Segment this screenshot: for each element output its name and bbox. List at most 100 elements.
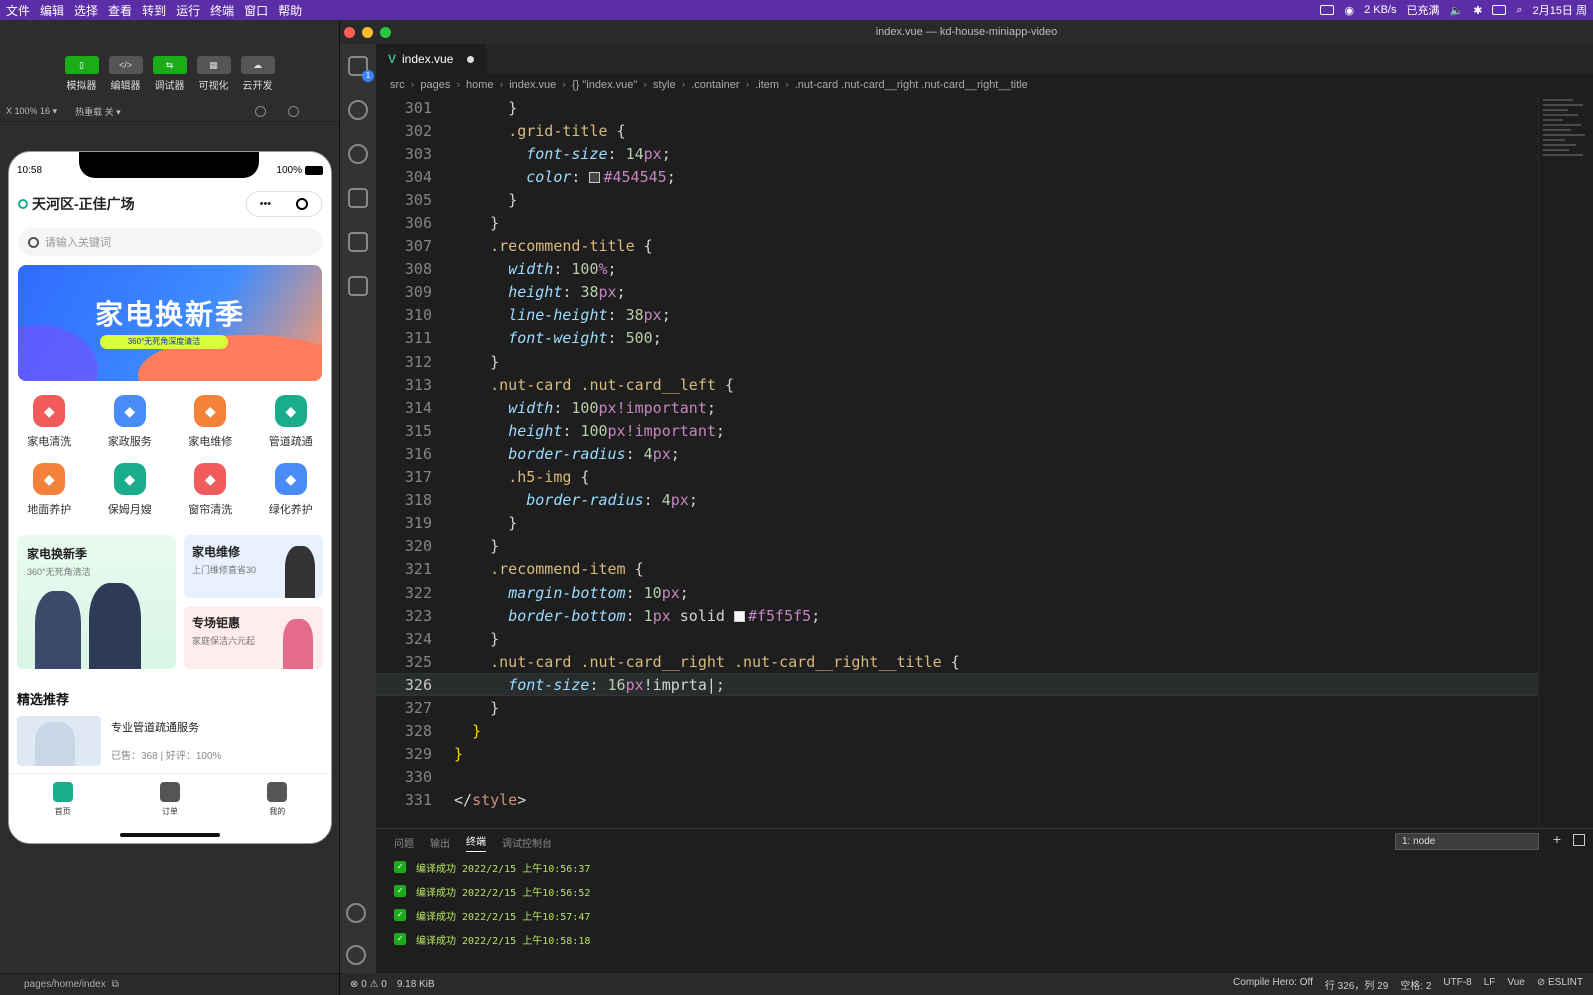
code-text[interactable]: border-bottom: 1px solid #f5f5f5; — [432, 607, 820, 625]
status-item[interactable]: 空格: 2 — [1400, 977, 1431, 992]
code-text[interactable]: .grid-title { — [432, 122, 625, 140]
service-item[interactable]: ◆ 保姆月嫂 — [90, 463, 171, 517]
more-icon[interactable]: ••• — [260, 198, 272, 210]
devtools-tool-button[interactable]: ▦ 可视化 — [196, 56, 231, 102]
code-text[interactable]: } — [432, 353, 499, 371]
minimap[interactable] — [1538, 96, 1593, 828]
service-item[interactable]: ◆ 家电维修 — [170, 395, 251, 449]
code-text[interactable]: } — [432, 191, 517, 209]
code-line[interactable]: 322 margin-bottom: 10px; — [376, 581, 1538, 604]
code-line[interactable]: 327 } — [376, 696, 1538, 719]
panel-tab[interactable]: 终端 — [466, 833, 486, 852]
menu-item[interactable]: 窗口 — [244, 2, 278, 19]
battery-icon[interactable] — [1492, 5, 1507, 15]
code-line[interactable]: 304 color: #454545; — [376, 165, 1538, 188]
account-icon[interactable] — [346, 903, 366, 923]
source-control-icon[interactable] — [348, 188, 368, 208]
code-text[interactable]: margin-bottom: 10px; — [432, 584, 689, 602]
menu-item[interactable]: 编辑 — [40, 2, 74, 19]
menu-item[interactable]: 查看 — [108, 2, 142, 19]
code-text[interactable]: } — [432, 722, 481, 740]
panel-tab[interactable]: 输出 — [430, 835, 450, 850]
refresh-icon[interactable] — [255, 106, 266, 117]
code-text[interactable]: } — [432, 699, 499, 717]
stop-icon[interactable] — [288, 106, 299, 117]
code-text[interactable]: } — [432, 214, 499, 232]
code-line[interactable]: 308 width: 100%; — [376, 258, 1538, 281]
code-text[interactable]: } — [432, 99, 517, 117]
devtools-tool-button[interactable]: </> 编辑器 — [108, 56, 143, 102]
menu-item[interactable]: 帮助 — [278, 2, 312, 19]
breadcrumb-item[interactable]: src — [390, 79, 405, 91]
code-line[interactable]: 307 .recommend-title { — [376, 235, 1538, 258]
status-item[interactable]: Compile Hero: Off — [1233, 977, 1313, 992]
service-item[interactable]: ◆ 家电清洗 — [9, 395, 90, 449]
tab-item[interactable]: 我的 — [267, 782, 288, 843]
code-line[interactable]: 310 line-height: 38px; — [376, 304, 1538, 327]
extensions-icon[interactable] — [348, 276, 368, 296]
code-text[interactable]: } — [432, 537, 499, 555]
code-text[interactable]: line-height: 38px; — [432, 306, 671, 324]
menu-item[interactable]: 运行 — [176, 2, 210, 19]
wechat-icon[interactable]: ◉ — [1344, 4, 1354, 17]
devtools-tool-button[interactable]: ▯ 模拟器 — [64, 56, 99, 102]
screen-record-icon[interactable] — [1320, 5, 1335, 15]
devtools-tool-button[interactable]: ☁ 云开发 — [240, 56, 275, 102]
code-text[interactable]: .recommend-item { — [432, 560, 644, 578]
copy-icon[interactable]: ⧉ — [112, 979, 119, 990]
code-text[interactable]: height: 100px!important; — [432, 422, 725, 440]
code-text[interactable]: border-radius: 4px; — [432, 445, 680, 463]
promo-banner[interactable]: 家电换新季 360°无死角深度清洁 — [18, 265, 322, 381]
status-item[interactable]: 行 326，列 29 — [1325, 977, 1388, 992]
bluetooth-icon[interactable]: ✱ — [1473, 4, 1482, 17]
promo-card-appliance[interactable]: 家电换新季 360°无死角清洁 — [17, 535, 176, 669]
code-line[interactable]: 301 } — [376, 96, 1538, 119]
new-terminal-icon[interactable]: + — [1553, 831, 1561, 847]
code-line[interactable]: 314 width: 100px!important; — [376, 396, 1538, 419]
volume-icon[interactable]: 🔈 — [1449, 4, 1463, 17]
settings-gear-icon[interactable] — [346, 945, 366, 965]
search-icon[interactable]: ⌕ — [1516, 4, 1522, 17]
code-line[interactable]: 325 .nut-card .nut-card__right .nut-card… — [376, 650, 1538, 673]
code-line[interactable]: 329} — [376, 743, 1538, 766]
code-line[interactable]: 320 } — [376, 535, 1538, 558]
search-icon[interactable] — [348, 100, 368, 120]
menu-item[interactable]: 选择 — [74, 2, 108, 19]
close-window-button[interactable] — [344, 27, 355, 38]
code-text[interactable]: </style> — [432, 791, 526, 809]
code-line[interactable]: 321 .recommend-item { — [376, 558, 1538, 581]
code-text[interactable]: font-size: 14px; — [432, 145, 671, 163]
panel-tab[interactable]: 问题 — [394, 835, 414, 850]
tab-index-vue[interactable]: V index.vue — [376, 44, 487, 74]
lightning-icon[interactable] — [348, 144, 368, 164]
date-time[interactable]: 2月15日 周 — [1533, 2, 1587, 18]
run-debug-icon[interactable] — [348, 232, 368, 252]
explorer-icon[interactable] — [348, 56, 374, 82]
service-item[interactable]: ◆ 绿化养护 — [251, 463, 332, 517]
code-line[interactable]: 313 .nut-card .nut-card__left { — [376, 373, 1538, 396]
code-line[interactable]: 305 } — [376, 188, 1538, 211]
status-item[interactable]: UTF-8 — [1443, 977, 1471, 992]
code-text[interactable]: font-weight: 500; — [432, 329, 662, 347]
breadcrumb-item[interactable]: index.vue — [509, 79, 556, 91]
breadcrumb-item[interactable]: pages — [420, 79, 450, 91]
code-line[interactable]: 315 height: 100px!important; — [376, 419, 1538, 442]
code-text[interactable]: .recommend-title { — [432, 237, 653, 255]
terminal-output[interactable]: ✓ 编译成功 2022/2/15 上午10:56:37 ✓ 编译成功 2022/2/1… — [376, 855, 1593, 951]
promo-card-repair[interactable]: 家电维修 上门维修直省30 — [184, 535, 323, 598]
unsaved-dot-icon[interactable] — [467, 55, 475, 63]
code-line[interactable]: 316 border-radius: 4px; — [376, 442, 1538, 465]
menu-item[interactable]: 文件 — [6, 2, 40, 19]
terminal-select[interactable]: 1: node — [1395, 833, 1539, 850]
code-text[interactable]: .nut-card .nut-card__right .nut-card__ri… — [432, 653, 960, 671]
code-text[interactable]: font-size: 16px!imprta|; — [432, 676, 725, 694]
code-line[interactable]: 324 } — [376, 627, 1538, 650]
code-line[interactable]: 330 — [376, 766, 1538, 789]
breadcrumb-item[interactable]: .item — [755, 79, 779, 91]
page-path[interactable]: pages/home/index — [24, 979, 106, 990]
status-item[interactable]: Vue — [1507, 977, 1524, 992]
location-selector[interactable]: 天河区-正佳广场 — [18, 194, 135, 214]
hot-reload-select[interactable]: 热重载 关 ▾ — [75, 105, 121, 118]
search-input[interactable]: 请输入关键词 — [18, 228, 322, 256]
code-line[interactable]: 306 } — [376, 211, 1538, 234]
